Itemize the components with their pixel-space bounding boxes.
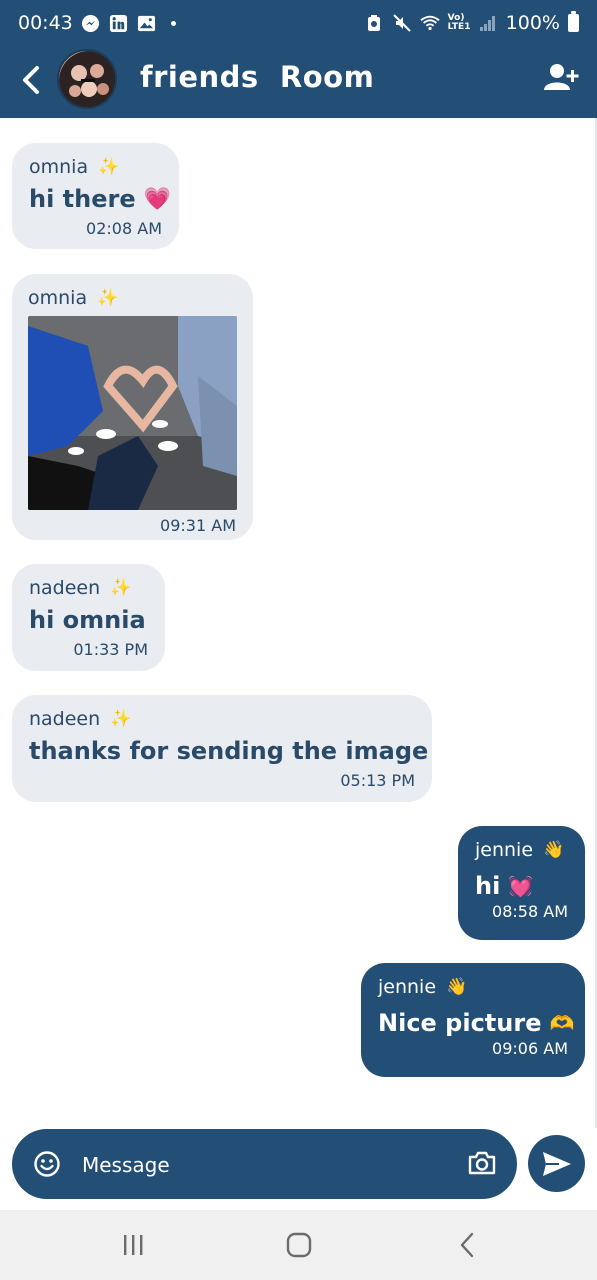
sparkles-icon: ✨	[97, 288, 119, 308]
message-sender: omnia ✨	[29, 155, 162, 179]
room-title: friends Room	[140, 60, 375, 94]
message-bubble[interactable]: nadeen ✨ hi omnia 01:33 PM	[12, 564, 165, 671]
message-text: hi omnia	[29, 606, 148, 634]
messenger-icon	[81, 13, 101, 33]
add-user-button[interactable]	[542, 62, 582, 94]
message-text: hi 💓	[475, 872, 568, 900]
message-time: 09:31 AM	[160, 516, 236, 535]
message-sender: jennie 👋	[475, 838, 568, 862]
message-sender: jennie 👋	[378, 975, 568, 999]
camera-button[interactable]	[468, 1150, 496, 1176]
message-bubble[interactable]: omnia ✨ 09:31 AM	[12, 274, 253, 540]
recent-apps-icon	[124, 1235, 143, 1255]
chat-header: friends Room	[0, 46, 597, 118]
status-bar: 00:43 Vo) LTE1 100%	[0, 0, 597, 46]
message-body: Nice picture	[378, 1009, 542, 1037]
send-icon	[542, 1151, 571, 1176]
message-body: hi there	[29, 185, 136, 213]
message-input[interactable]	[82, 1149, 452, 1181]
network-label: Vo) LTE1	[447, 13, 471, 32]
system-nav-bar	[0, 1210, 597, 1280]
signal-icon	[478, 13, 498, 33]
message-time: 09:06 AM	[492, 1039, 568, 1058]
smiley-icon	[34, 1151, 60, 1177]
nav-back-button[interactable]	[447, 1230, 487, 1260]
message-time: 08:58 AM	[492, 902, 568, 921]
message-sender: nadeen ✨	[29, 576, 148, 600]
message-body: thanks for sending the image	[29, 737, 429, 765]
gallery-icon	[137, 13, 157, 33]
home-button[interactable]	[279, 1230, 319, 1260]
sender-name: jennie	[378, 976, 437, 998]
sender-name: jennie	[475, 839, 534, 861]
message-text: thanks for sending the image	[29, 737, 428, 765]
message-composer	[12, 1129, 517, 1199]
add-user-icon	[544, 64, 579, 90]
recent-apps-button[interactable]	[113, 1230, 153, 1260]
sender-name: nadeen	[29, 577, 101, 599]
heart-icon: 💗	[143, 186, 172, 212]
waving-hand-icon: 👋	[543, 840, 565, 860]
home-icon	[286, 1232, 312, 1258]
message-text: Nice picture 🫶	[378, 1009, 574, 1037]
message-time: 02:08 AM	[86, 219, 162, 238]
message-bubble-own[interactable]: jennie 👋 hi 💓 08:58 AM	[458, 826, 585, 940]
dot-icon	[170, 20, 176, 26]
sparkles-icon: ✨	[110, 578, 132, 598]
sender-name: nadeen	[29, 708, 101, 730]
back-icon	[460, 1232, 474, 1258]
back-button[interactable]	[14, 60, 48, 100]
message-body: hi omnia	[29, 606, 146, 634]
message-body: hi	[475, 872, 501, 900]
linkedin-icon	[109, 13, 129, 33]
heart-hands-icon: 🫶	[549, 1011, 575, 1035]
message-time: 01:33 PM	[73, 640, 148, 659]
message-sender: nadeen ✨	[29, 707, 415, 731]
message-sender: omnia ✨	[28, 286, 236, 310]
waving-hand-icon: 👋	[446, 977, 468, 997]
camera-icon	[468, 1151, 496, 1175]
sparkles-icon: ✨	[98, 157, 120, 177]
message-image[interactable]	[28, 316, 237, 510]
message-bubble[interactable]: omnia ✨ hi there 💗 02:08 AM	[12, 143, 179, 249]
message-text: hi there 💗	[29, 185, 171, 213]
mute-icon	[392, 13, 412, 33]
battery-icon	[568, 11, 579, 32]
message-list[interactable]: omnia ✨ hi there 💗 02:08 AM omnia ✨ 09:3…	[0, 118, 597, 1128]
sender-name: omnia	[29, 156, 89, 178]
room-avatar[interactable]	[57, 49, 117, 109]
data-saver-icon	[364, 13, 384, 33]
message-bubble-own[interactable]: jennie 👋 Nice picture 🫶 09:06 AM	[361, 963, 585, 1077]
send-button[interactable]	[528, 1135, 585, 1192]
wifi-icon	[420, 13, 440, 33]
sender-name: omnia	[28, 287, 88, 309]
heart-icon: 💓	[508, 874, 534, 898]
chevron-left-icon	[23, 66, 39, 94]
sparkles-icon: ✨	[110, 709, 132, 729]
message-bubble[interactable]: nadeen ✨ thanks for sending the image 05…	[12, 695, 432, 802]
status-time: 00:43	[18, 12, 73, 34]
emoji-button[interactable]	[34, 1151, 60, 1177]
message-time: 05:13 PM	[340, 771, 415, 790]
battery-percent: 100%	[505, 12, 560, 34]
